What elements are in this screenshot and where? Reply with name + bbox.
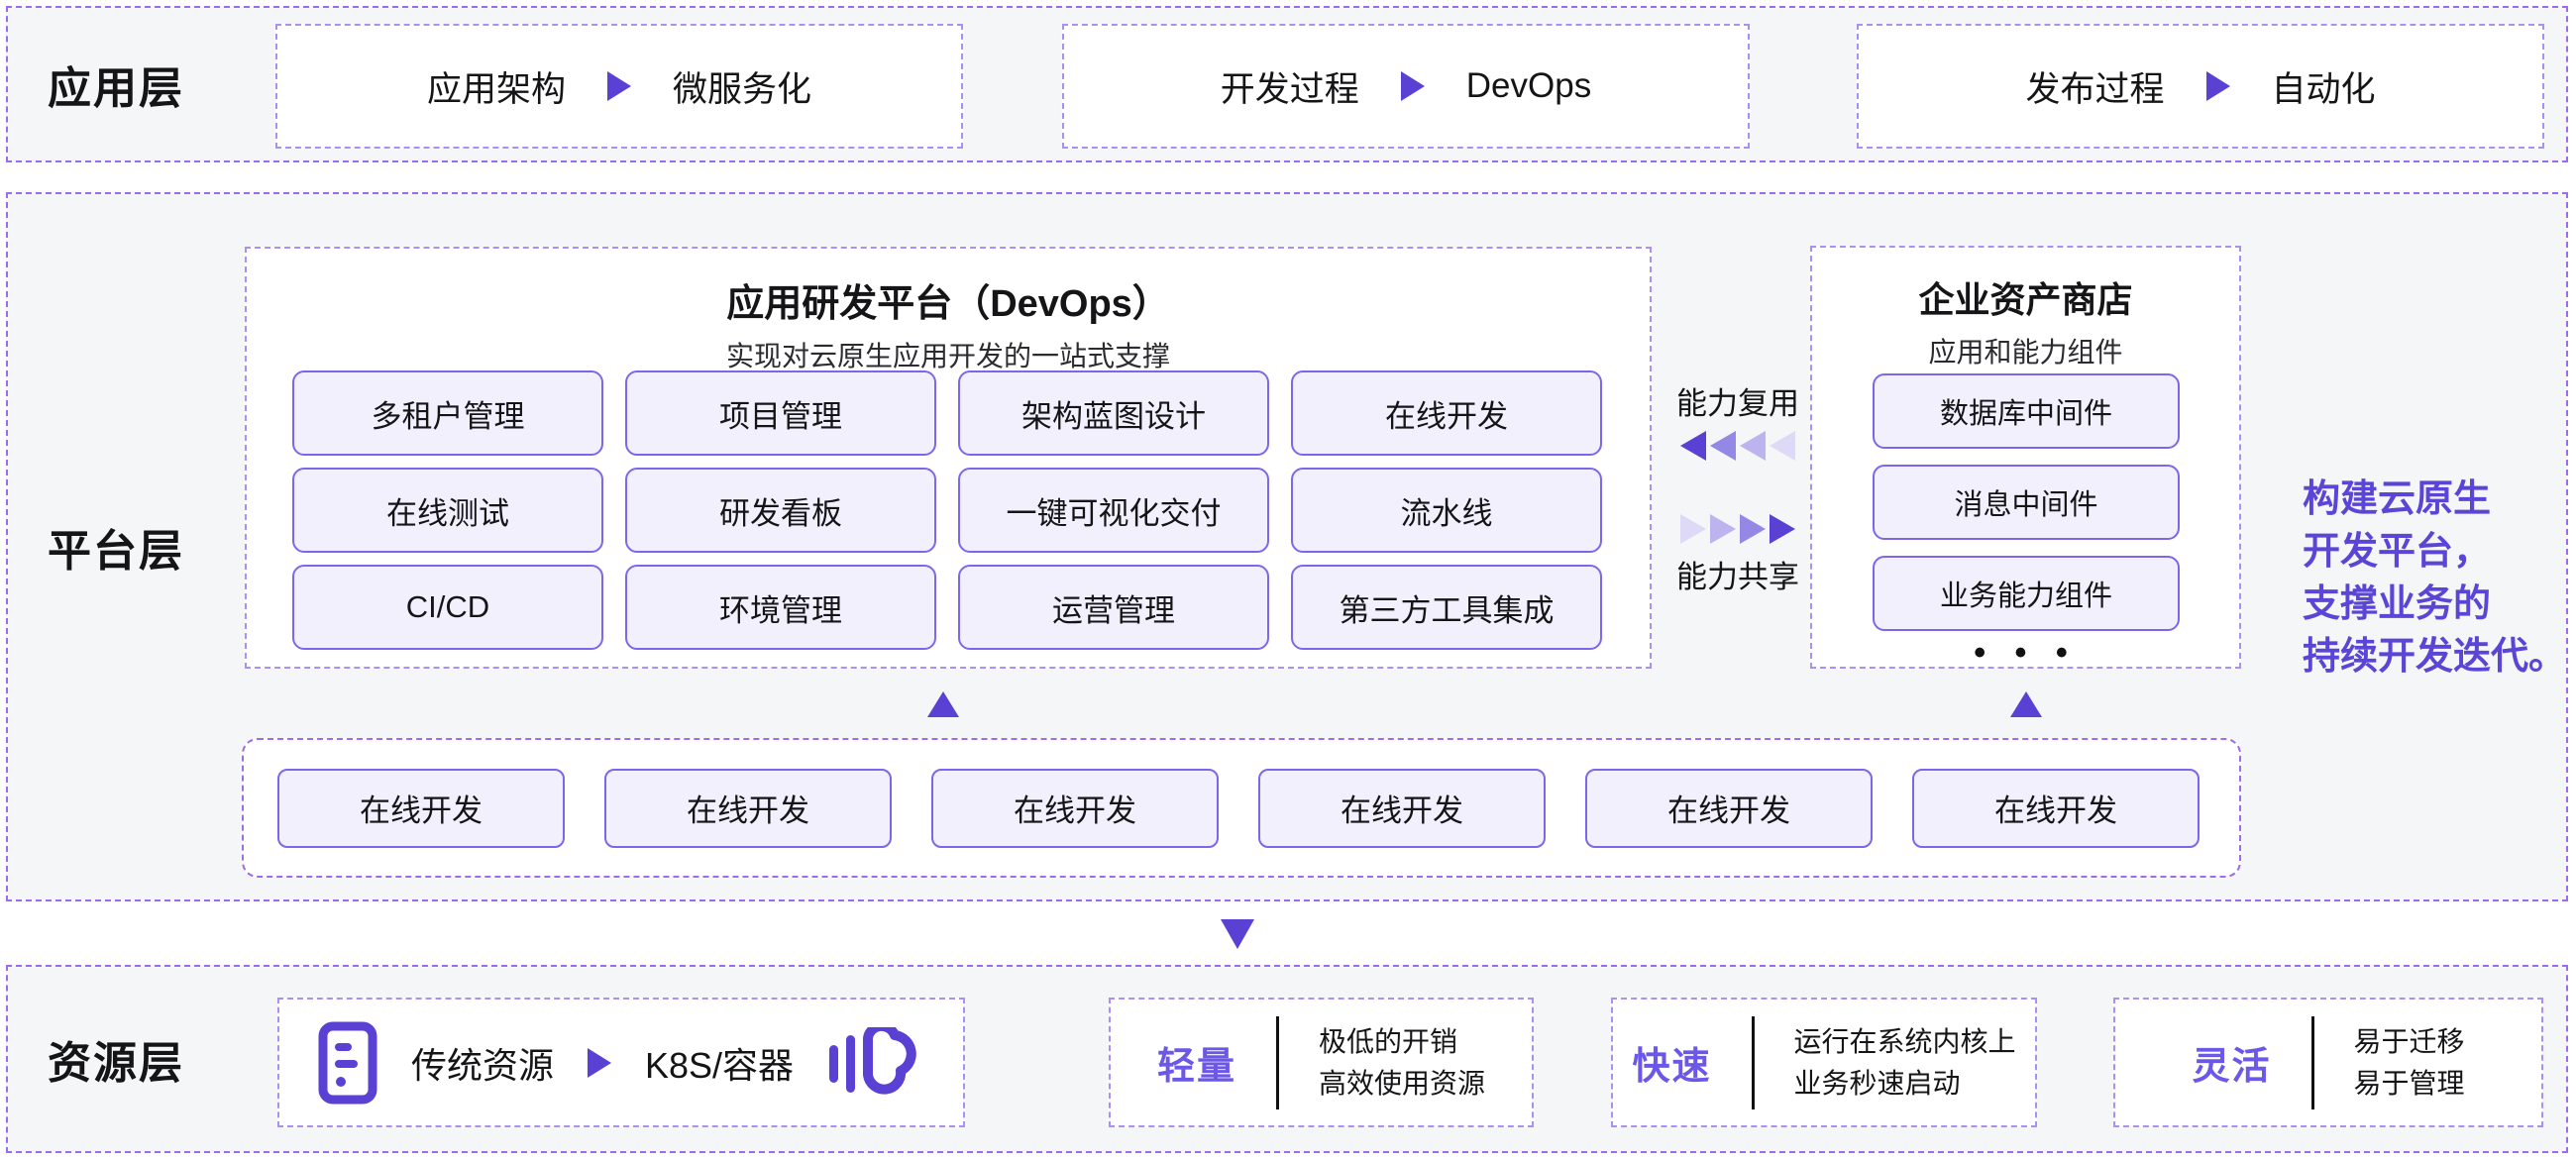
capability-pill: CI/CD [292, 565, 603, 650]
platform-layer: 平台层 应用研发平台（DevOps） 实现对云原生应用开发的一站式支撑 多租户管… [6, 192, 2568, 901]
side-note-line: 支撑业务的 [2303, 579, 2566, 631]
arrow-up-icon [2010, 691, 2042, 717]
asset-pill: 数据库中间件 [1873, 373, 2180, 449]
server-icon [318, 1021, 377, 1105]
vertical-divider [1276, 1016, 1279, 1109]
online-dev-pill: 在线开发 [277, 769, 565, 848]
side-note-line: 构建云原生 [2303, 474, 2566, 526]
chevrons-right-icon [1680, 514, 1795, 544]
feature-description: 极低的开销 高效使用资源 [1319, 1025, 1485, 1101]
capability-pill: 多租户管理 [292, 370, 603, 456]
platform-side-note: 构建云原生 开发平台， 支撑业务的 持续开发迭代。 [2303, 474, 2566, 684]
online-dev-pill: 在线开发 [604, 769, 892, 848]
chevron-left-icon [1710, 431, 1736, 461]
cloud-container-icon [827, 1027, 924, 1099]
app-flow-box-architecture: 应用架构 微服务化 [275, 24, 963, 149]
arrow-right-icon [588, 1048, 611, 1078]
cloud-native-architecture-diagram: 应用层 应用架构 微服务化 开发过程 DevOps 发布过程 自动化 平台层 应… [0, 0, 2576, 1161]
arrow-down-icon [1221, 919, 1254, 949]
feature-box-flexible: 灵活 易于迁移 易于管理 [2113, 998, 2543, 1127]
feature-desc-line: 运行在系统内核上 [1794, 1025, 2016, 1059]
feature-description: 运行在系统内核上 业务秒速启动 [1794, 1025, 2016, 1101]
arrow-right-icon [607, 71, 631, 101]
chevron-left-icon [1680, 431, 1706, 461]
online-dev-pill: 在线开发 [1912, 769, 2200, 848]
devops-panel-subtitle: 实现对云原生应用开发的一站式支撑 [247, 335, 1650, 374]
application-layer-label: 应用层 [48, 53, 184, 116]
vertical-divider [1752, 1016, 1755, 1109]
asset-store-panel: 企业资产商店 应用和能力组件 数据库中间件 消息中间件 业务能力组件 • • • [1810, 246, 2241, 669]
application-layer: 应用层 应用架构 微服务化 开发过程 DevOps 发布过程 自动化 [6, 6, 2568, 162]
online-dev-pill: 在线开发 [1258, 769, 1546, 848]
chevron-left-icon [1770, 431, 1795, 461]
platform-layer-label: 平台层 [48, 515, 184, 579]
side-note-line: 持续开发迭代。 [2303, 631, 2566, 684]
feature-name: 轻量 [1157, 1035, 1236, 1090]
feature-desc-line: 业务秒速启动 [1794, 1067, 2016, 1101]
online-dev-pill: 在线开发 [931, 769, 1219, 848]
flow-target-label: DevOps [1466, 66, 1591, 106]
chevron-left-icon [1740, 431, 1766, 461]
online-dev-pill: 在线开发 [1585, 769, 1873, 848]
devops-platform-panel: 应用研发平台（DevOps） 实现对云原生应用开发的一站式支撑 多租户管理 项目… [245, 247, 1652, 669]
asset-pill: 业务能力组件 [1873, 556, 2180, 631]
flow-source-label: 应用架构 [427, 61, 566, 112]
feature-desc-line: 易于管理 [2354, 1067, 2465, 1101]
capability-pill: 环境管理 [625, 565, 936, 650]
chevron-right-icon [1770, 514, 1795, 544]
feature-box-fast: 快速 运行在系统内核上 业务秒速启动 [1611, 998, 2037, 1127]
arrow-right-icon [2206, 71, 2230, 101]
flow-target-label: 自动化 [2272, 61, 2376, 112]
capability-pill: 在线测试 [292, 468, 603, 553]
feature-name: 快速 [1632, 1035, 1711, 1090]
arrow-up-icon [927, 691, 959, 717]
online-dev-row: 在线开发 在线开发 在线开发 在线开发 在线开发 在线开发 [242, 738, 2241, 878]
side-note-line: 开发平台， [2303, 526, 2566, 579]
arrow-right-icon [1401, 71, 1425, 101]
asset-panel-title: 企业资产商店 [1812, 271, 2239, 323]
chevron-right-icon [1680, 514, 1706, 544]
vertical-divider [2311, 1016, 2314, 1109]
asset-panel-subtitle: 应用和能力组件 [1812, 331, 2239, 370]
app-flow-box-release: 发布过程 自动化 [1857, 24, 2544, 149]
feature-description: 易于迁移 易于管理 [2354, 1025, 2465, 1101]
asset-component-list: 数据库中间件 消息中间件 业务能力组件 [1873, 373, 2180, 631]
capability-pill: 项目管理 [625, 370, 936, 456]
feature-box-lightweight: 轻量 极低的开销 高效使用资源 [1109, 998, 1534, 1127]
resource-layer: 资源层 传统资源 K8S/容器 轻量 极低的开销 [6, 965, 2568, 1153]
ellipsis-dots: • • • [1812, 634, 2239, 673]
migration-target-label: K8S/容器 [645, 1037, 794, 1089]
capability-pill: 流水线 [1291, 468, 1602, 553]
feature-desc-line: 高效使用资源 [1319, 1067, 1485, 1101]
flow-source-label: 发布过程 [2025, 61, 2164, 112]
asset-pill: 消息中间件 [1873, 465, 2180, 540]
resource-layer-label: 资源层 [48, 1027, 184, 1091]
capability-pill: 研发看板 [625, 468, 936, 553]
chevron-right-icon [1710, 514, 1736, 544]
app-flow-box-devprocess: 开发过程 DevOps [1062, 24, 1750, 149]
devops-panel-title: 应用研发平台（DevOps） [247, 272, 1650, 327]
resource-migration-box: 传统资源 K8S/容器 [277, 998, 965, 1127]
feature-desc-line: 极低的开销 [1319, 1025, 1485, 1059]
capability-exchange: 能力复用 能力共享 [1664, 378, 1811, 596]
capability-pill: 第三方工具集成 [1291, 565, 1602, 650]
feature-name: 灵活 [2192, 1035, 2271, 1090]
chevron-right-icon [1740, 514, 1766, 544]
devops-capability-grid: 多租户管理 项目管理 架构蓝图设计 在线开发 在线测试 研发看板 一键可视化交付… [292, 370, 1602, 650]
chevrons-left-icon [1680, 431, 1795, 461]
capability-share-label: 能力共享 [1676, 552, 1799, 596]
capability-pill: 一键可视化交付 [958, 468, 1269, 553]
flow-source-label: 开发过程 [1221, 61, 1359, 112]
feature-desc-line: 易于迁移 [2354, 1025, 2465, 1059]
flow-target-label: 微服务化 [673, 61, 811, 112]
capability-reuse-label: 能力复用 [1676, 378, 1799, 423]
migration-source-label: 传统资源 [411, 1037, 554, 1089]
capability-pill: 运营管理 [958, 565, 1269, 650]
capability-pill: 架构蓝图设计 [958, 370, 1269, 456]
capability-pill: 在线开发 [1291, 370, 1602, 456]
